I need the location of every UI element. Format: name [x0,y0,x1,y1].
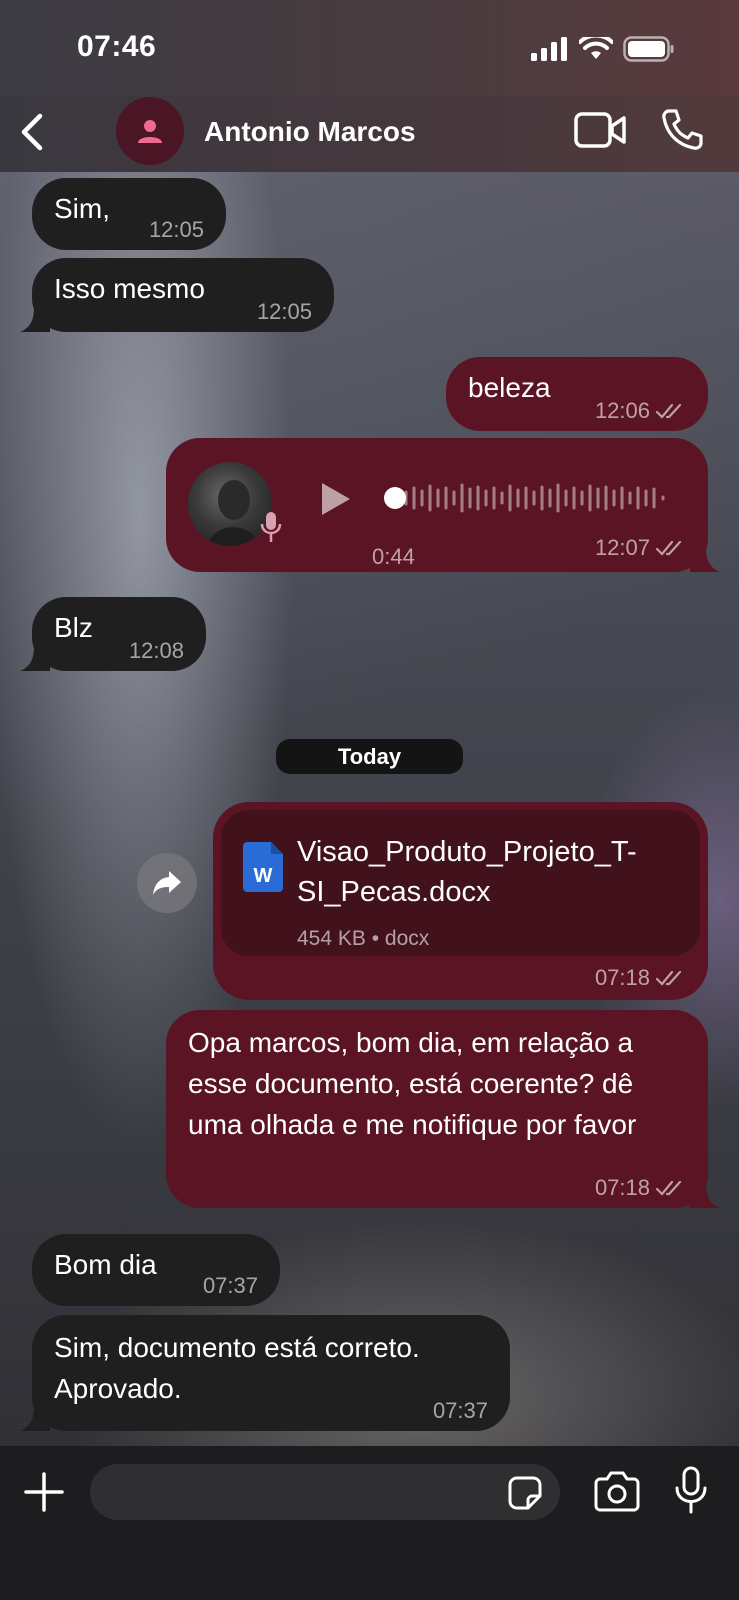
contact-avatar[interactable] [116,97,184,165]
sticker-button[interactable] [508,1476,542,1510]
bubble-tail [20,1407,50,1431]
status-bar: 07:46 [0,0,739,96]
battery-icon [623,36,674,62]
message-time: 12:07 [594,535,650,560]
document-name: Visao_Produto_Projeto_T-SI_Pecas.docx [297,836,637,908]
message-outgoing[interactable]: beleza 12:06 [446,357,708,431]
camera-button[interactable] [594,1470,640,1512]
message-meta: 12:08 [129,639,184,663]
record-voice-button[interactable] [674,1466,708,1514]
message-text: Isso mesmo [54,273,205,304]
double-check-icon [656,403,682,419]
double-check-icon [656,1180,682,1196]
forward-button[interactable] [137,853,197,913]
microphone-icon [675,1466,707,1514]
status-icons [531,36,675,62]
double-check-icon [656,970,682,986]
voice-call-button[interactable] [660,108,704,152]
phone-icon [662,109,703,150]
message-incoming[interactable]: Bom dia 07:37 [32,1234,280,1306]
audio-waveform[interactable] [384,476,674,520]
message-meta: 07:18 [595,966,686,990]
document-message[interactable]: W Visao_Produto_Projeto_T-SI_Pecas.docx … [213,802,708,1000]
forward-icon [153,871,181,895]
sticker-icon [508,1476,542,1510]
date-separator: Today [276,739,463,774]
message-incoming[interactable]: Sim, 12:05 [32,178,226,250]
message-incoming[interactable]: Sim, documento está correto. Aprovado. 0… [20,1315,510,1431]
message-outgoing[interactable]: Opa marcos, bom dia, em relação a esse d… [166,1010,720,1208]
message-incoming[interactable]: Isso mesmo 12:05 [20,258,334,332]
message-text: Sim, [54,193,110,224]
message-meta: 07:37 [433,1399,488,1423]
message-text: Sim, documento está correto. Aprovado. [54,1332,420,1404]
message-meta: 12:06 [595,399,686,423]
bubble-tail [20,308,50,332]
message-time: 12:05 [148,217,204,242]
video-call-button[interactable] [574,110,626,150]
bubble-tail [690,1184,720,1208]
voice-duration: 0:44 [372,544,415,569]
message-text: beleza [468,372,551,403]
message-meta: 12:05 [257,300,312,324]
bubble-tail [20,647,50,671]
status-time: 07:46 [77,30,157,63]
back-icon [21,113,43,151]
plus-icon [24,1472,64,1512]
camera-icon [594,1471,640,1512]
message-time: 12:08 [128,638,184,663]
bubble-tail [690,548,720,572]
mic-icon [260,512,282,542]
attach-button[interactable] [24,1472,64,1512]
message-incoming[interactable]: Blz 12:08 [20,597,206,671]
video-call-icon [574,112,626,148]
document-card[interactable]: W Visao_Produto_Projeto_T-SI_Pecas.docx … [221,810,700,956]
composer-bar [0,1446,739,1600]
message-time: 07:18 [594,965,650,990]
signal-icon [531,37,567,61]
message-meta: 12:05 [149,218,204,242]
message-text: Blz [54,612,93,643]
play-button[interactable] [318,480,352,518]
back-button[interactable] [14,110,54,154]
word-doc-icon: W [243,842,283,892]
voice-message[interactable]: 0:44 12:07 [166,438,720,572]
document-info: 454 KB • docx [297,927,430,950]
message-meta: 07:37 [203,1274,258,1298]
contact-name[interactable]: Antonio Marcos [204,116,416,148]
message-meta: 07:18 [595,1176,686,1200]
message-time: 12:05 [256,299,312,324]
message-time: 12:06 [594,398,650,423]
message-meta: 12:07 [595,536,686,560]
double-check-icon [656,540,682,556]
message-time: 07:37 [432,1398,488,1423]
message-text: Bom dia [54,1249,157,1280]
message-input[interactable] [90,1464,560,1520]
message-time: 07:18 [594,1175,650,1200]
person-icon [138,120,162,143]
message-time: 07:37 [202,1273,258,1298]
play-icon [322,483,350,515]
wifi-icon [579,37,613,59]
chat-header: Antonio Marcos [0,96,739,172]
message-text: Opa marcos, bom dia, em relação a esse d… [188,1027,637,1140]
svg-text:W: W [254,865,273,887]
